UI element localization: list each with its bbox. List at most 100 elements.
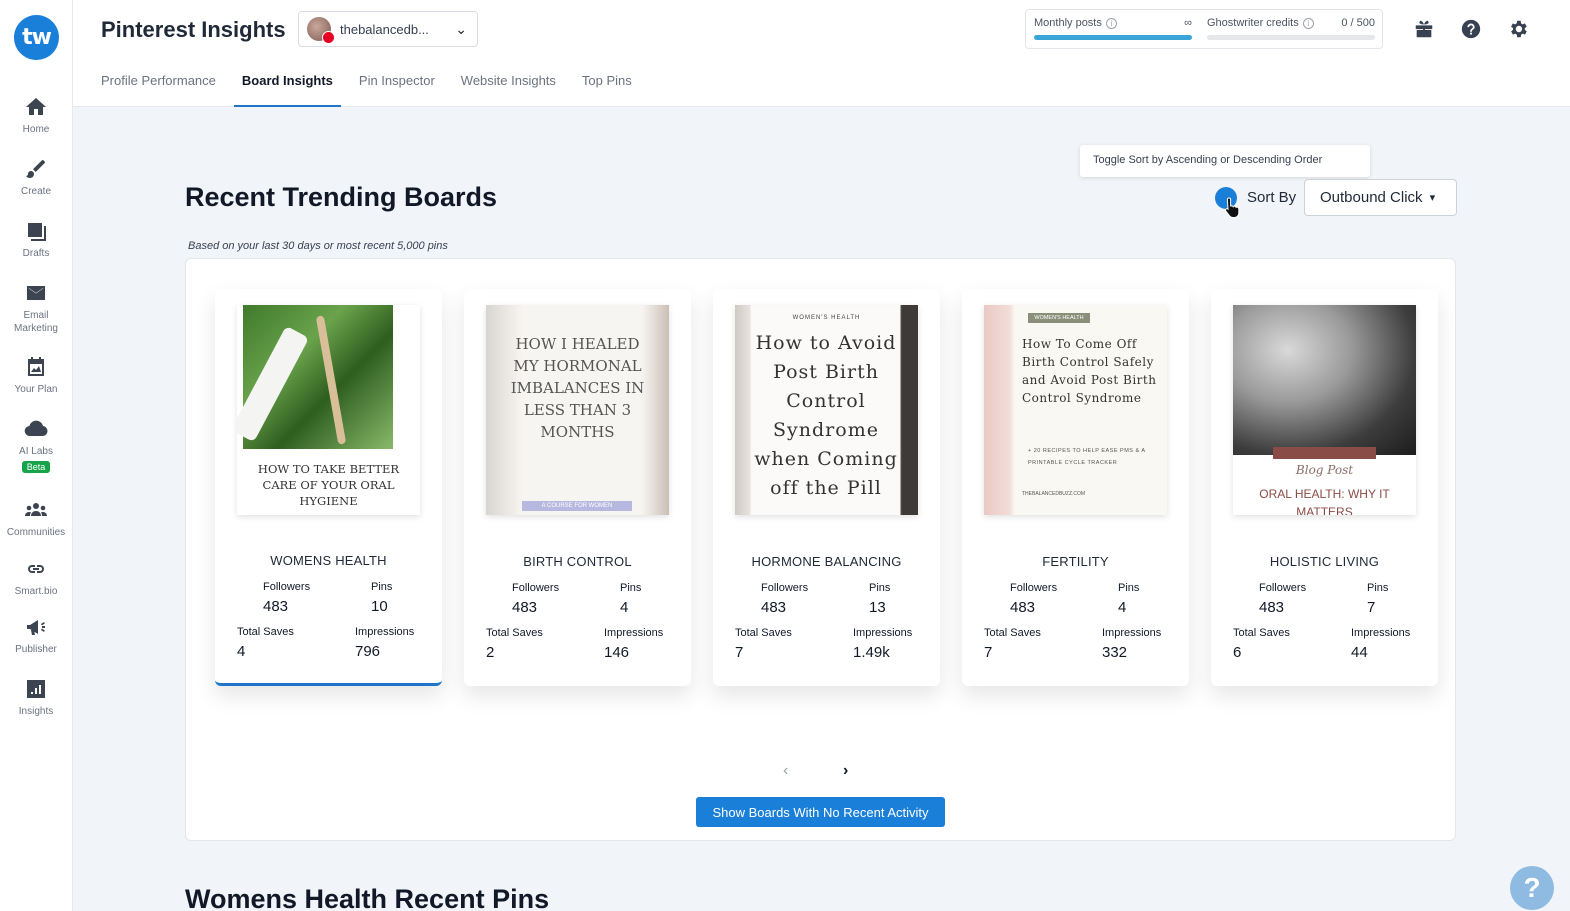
trending-boards-panel: HOW TO TAKE BETTER CARE OF YOUR ORAL HYG… — [185, 258, 1456, 841]
pointer-cursor-icon — [1224, 197, 1240, 218]
gear-icon[interactable] — [1507, 18, 1529, 40]
pins-value: 4 — [620, 599, 629, 616]
sort-by-label: Sort By — [1247, 189, 1297, 206]
sidebar-item-label: Smart.bio — [14, 586, 58, 597]
pin-script: Blog Post — [1295, 463, 1354, 477]
cloud-icon — [24, 420, 48, 437]
ghostwriter-meter: Ghostwriter credits i 0 / 500 — [1207, 17, 1375, 40]
pager-prev-chevron-icon[interactable]: ‹ — [783, 762, 788, 780]
tab-board-insights[interactable]: Board Insights — [233, 60, 341, 107]
sidebar-item-your-plan[interactable]: Your Plan — [0, 355, 72, 396]
followers-value: 483 — [761, 599, 787, 616]
pin-tag: WOMEN'S HEALTH — [792, 315, 861, 321]
impressions-value: 796 — [355, 643, 381, 660]
tab-website-insights[interactable]: Website Insights — [461, 60, 556, 107]
total-saves-value: 6 — [1233, 644, 1242, 661]
pin-subtext: A COURSE FOR WOMEN — [522, 501, 632, 511]
pin-url: THEBALANCEDBUZZ.COM — [1022, 491, 1086, 497]
impressions-value: 146 — [604, 644, 630, 661]
board-name: FERTILITY — [1042, 554, 1109, 569]
section-title: Recent Trending Boards — [185, 182, 498, 212]
sidebar-item-label: Communities — [6, 527, 66, 538]
logo[interactable]: tw — [14, 15, 59, 60]
pager-next-chevron-icon[interactable]: › — [843, 762, 848, 780]
account-name: thebalancedb... — [340, 21, 429, 37]
credits-panel: Monthly posts i ∞ Ghostwriter credits i 0 … — [1025, 9, 1383, 49]
board-card-fertility[interactable]: WOMEN'S HEALTH How To Come Off Birth Con… — [962, 289, 1189, 686]
pin-text: How to Avoid Post Birth Control Syndrome… — [754, 332, 898, 499]
help-icon[interactable] — [1460, 18, 1482, 40]
total-saves-label: Total Saves — [237, 626, 294, 638]
sidebar-item-label: Email Marketing — [14, 310, 58, 334]
account-selector[interactable]: thebalancedb... ⌄ — [298, 11, 478, 47]
sort-tooltip: Toggle Sort by Ascending or Descending O… — [1080, 145, 1370, 177]
total-saves-value: 4 — [237, 643, 246, 660]
tab-bar: Profile Performance Board Insights Pin I… — [101, 60, 658, 107]
pin-text: ORAL HEALTH: WHY IT MATTERS — [1259, 487, 1390, 515]
pins-label: Pins — [1367, 582, 1389, 594]
sidebar-item-email-marketing[interactable]: Email Marketing — [0, 281, 72, 335]
sidebar-item-label: AI Labs — [19, 446, 53, 457]
help-chat-icon[interactable]: ? — [1510, 866, 1554, 910]
section-title-womens-health-pins: Womens Health Recent Pins — [185, 884, 550, 911]
pins-value: 13 — [869, 599, 886, 616]
chevron-down-icon: ▾ — [1429, 192, 1436, 204]
board-card-womens-health[interactable]: HOW TO TAKE BETTER CARE OF YOUR ORAL HYG… — [215, 289, 442, 686]
avatar — [307, 17, 335, 44]
page-title: Pinterest Insights — [101, 17, 286, 42]
show-inactive-boards-button[interactable]: Show Boards With No Recent Activity — [696, 797, 945, 827]
sidebar-item-communities[interactable]: Communities — [0, 498, 72, 539]
monthly-posts-bar — [1034, 35, 1192, 40]
plan-icon — [28, 357, 44, 376]
gift-icon[interactable] — [1413, 18, 1435, 40]
sort-by-select[interactable]: Outbound Click ▾ — [1304, 179, 1457, 216]
brush-icon — [26, 160, 45, 178]
pins-value: 10 — [371, 598, 388, 615]
sidebar-item-drafts[interactable]: Drafts — [0, 219, 72, 260]
ghostwriter-bar — [1207, 35, 1375, 40]
monthly-posts-bar-fill — [1034, 35, 1192, 40]
board-card-birth-control[interactable]: HOW I HEALED MY HORMONAL IMBALANCES IN L… — [464, 289, 691, 686]
pins-label: Pins — [620, 582, 642, 594]
sidebar-item-publisher[interactable]: Publisher — [0, 615, 72, 656]
sidebar-item-label: Create — [20, 186, 51, 197]
monthly-posts-label: Monthly posts — [1034, 17, 1102, 29]
pin-thumbnail: HOW TO TAKE BETTER CARE OF YOUR ORAL HYG… — [237, 305, 420, 515]
sidebar-item-label: Drafts — [22, 248, 50, 259]
total-saves-value: 7 — [735, 644, 744, 661]
board-name: HOLISTIC LIVING — [1269, 554, 1380, 569]
sidebar-item-insights[interactable]: Insights — [0, 677, 72, 718]
drafts-icon — [28, 223, 46, 241]
pin-text: HOW I HEALED MY HORMONAL IMBALANCES IN L… — [510, 335, 645, 441]
pins-label: Pins — [1118, 582, 1140, 594]
total-saves-label: Total Saves — [984, 627, 1041, 639]
followers-label: Followers — [1010, 582, 1058, 594]
sidebar-item-home[interactable]: Home — [0, 95, 72, 136]
sidebar-item-label: Insights — [18, 706, 54, 717]
total-saves-label: Total Saves — [486, 627, 543, 639]
sidebar-item-smart-bio[interactable]: Smart.bio — [0, 557, 72, 598]
impressions-label: Impressions — [1102, 627, 1162, 639]
total-saves-value: 2 — [486, 644, 495, 661]
link-icon — [28, 565, 44, 573]
pin-thumbnail: WOMEN'S HEALTH How To Come Off Birth Con… — [984, 305, 1167, 515]
board-card-holistic-living[interactable]: Blog Post ORAL HEALTH: WHY IT MATTERS HO… — [1211, 289, 1438, 686]
pins-value: 4 — [1118, 599, 1127, 616]
tab-profile-performance[interactable]: Profile Performance — [101, 60, 216, 107]
followers-label: Followers — [263, 581, 311, 593]
sidebar-item-create[interactable]: Create — [0, 157, 72, 198]
tab-pin-inspector[interactable]: Pin Inspector — [359, 60, 435, 107]
monthly-posts-meter: Monthly posts i ∞ — [1034, 17, 1192, 40]
pin-thumbnail: Blog Post ORAL HEALTH: WHY IT MATTERS — [1233, 305, 1416, 515]
portrait-image — [1233, 305, 1416, 455]
sidebar-item-ai-labs[interactable]: AI Labs Beta — [0, 417, 72, 473]
followers-label: Followers — [1259, 582, 1307, 594]
sidebar-item-label: Publisher — [15, 644, 57, 655]
info-icon[interactable]: i — [1105, 18, 1117, 29]
impressions-value: 332 — [1102, 644, 1128, 661]
info-icon[interactable]: i — [1302, 18, 1314, 29]
board-card-hormone-balancing[interactable]: WOMEN'S HEALTH How to Avoid Post Birth C… — [713, 289, 940, 686]
tab-top-pins[interactable]: Top Pins — [582, 60, 632, 107]
pin-thumbnail: WOMEN'S HEALTH How to Avoid Post Birth C… — [735, 305, 918, 515]
chevron-down-icon: ⌄ — [455, 20, 467, 37]
